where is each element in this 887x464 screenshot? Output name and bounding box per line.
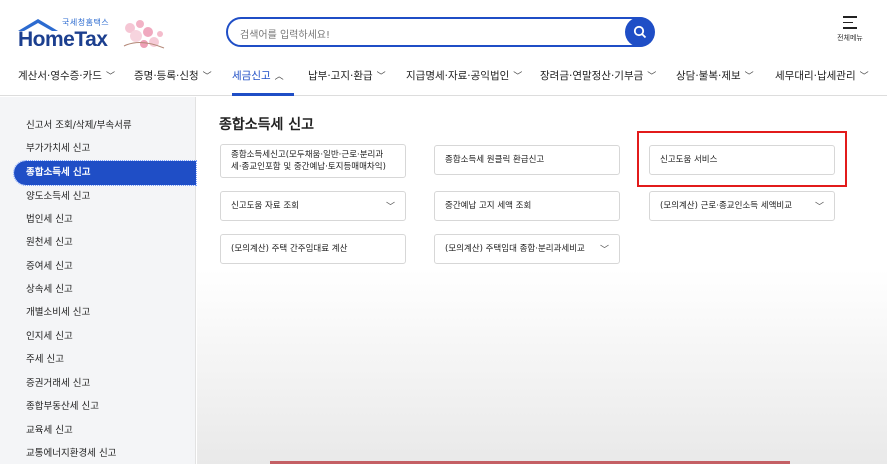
sidebar: 신고서 조회/삭제/부속서류 부가가치세 신고 종합소득세 신고 양도소득세 신… — [0, 97, 197, 464]
card-filing-help-data[interactable]: 신고도움 자료 조회 ﹀ — [220, 191, 406, 221]
chevron-down-icon: ﹀ — [744, 72, 754, 82]
sidebar-item[interactable]: 신고서 조회/삭제/부속서류 — [14, 114, 196, 138]
all-menu-button[interactable]: 전체메뉴 — [830, 16, 870, 50]
card-label: (모의계산) 주택 간주임대료 계산 — [231, 244, 348, 254]
nav-item-incentives[interactable]: 장려금·연말정산·기부금 ﹀ — [540, 68, 656, 83]
chevron-down-icon: ﹀ — [385, 202, 395, 213]
sidebar-item[interactable]: 종합부동산세 신고 — [14, 395, 196, 419]
search-icon — [633, 25, 647, 39]
card-income-tax-filing[interactable]: 종합소득세신고(모두채움·일반·근로·분리과세·종교인포함 및 중간예납·토지등… — [220, 144, 406, 178]
chevron-down-icon: ﹀ — [513, 72, 523, 82]
main-nav: 계산서·영수증·카드 ﹀ 증명·등록·신청 ﹀ 세금신고 ︿ 납부·고지·환급 ﹀ 지급… — [0, 60, 887, 96]
sidebar-item[interactable]: 상속세 신고 — [14, 278, 196, 302]
chevron-down-icon: ﹀ — [859, 72, 869, 82]
logo-subtitle: 국세청홈택스 — [62, 18, 110, 27]
sidebar-item[interactable]: 양도소득세 신고 — [14, 185, 196, 209]
sidebar-item[interactable]: 증여세 신고 — [14, 255, 196, 279]
search-placeholder: 검색어를 입력하세요! — [240, 30, 330, 41]
card-label: (모의계산) 주택임대 종합·분리과세비교 — [445, 244, 585, 254]
nav-item-payment[interactable]: 납부·고지·환급 ﹀ — [308, 68, 386, 83]
chevron-down-icon: ﹀ — [105, 72, 115, 82]
sidebar-item[interactable]: 법인세 신고 — [14, 208, 196, 232]
nav-item-invoice[interactable]: 계산서·영수증·카드 ﹀ — [18, 68, 115, 83]
card-label: 중간예납 고지 세액 조회 — [445, 201, 532, 211]
highlight-box — [637, 131, 847, 187]
page-title: 종합소득세 신고 — [219, 117, 315, 133]
cherry-blossom-icon — [123, 20, 165, 49]
nav-active-indicator — [232, 93, 294, 96]
card-one-click-refund[interactable]: 종합소득세 원클릭 환급신고 — [434, 145, 620, 175]
nav-item-statements[interactable]: 지급명세·자료·공익법인 ﹀ — [406, 68, 522, 83]
header: 국세청홈택스 HomeTax 검색어를 입력하세요! 전체메뉴 — [0, 0, 887, 60]
card-label: 종합소득세 원클릭 환급신고 — [445, 155, 545, 165]
chevron-down-icon: ﹀ — [599, 245, 609, 256]
sidebar-item[interactable]: 교육세 신고 — [14, 419, 196, 443]
chevron-up-icon: ︿ — [274, 72, 284, 82]
sidebar-item[interactable]: 주세 신고 — [14, 348, 196, 372]
sidebar-item[interactable]: 원천세 신고 — [14, 231, 196, 255]
content-background — [197, 270, 887, 464]
chevron-down-icon: ﹀ — [647, 72, 657, 82]
card-label: 세·종교인포함 및 중간예납·토지등매매차익) — [231, 162, 386, 172]
nav-item-tax-filing[interactable]: 세금신고 ︿ — [232, 68, 284, 83]
card-simulation-housing[interactable]: (모의계산) 주택임대 종합·분리과세비교 ﹀ — [434, 234, 620, 264]
search-button[interactable] — [625, 17, 655, 47]
card-simulation-wage[interactable]: (모의계산) 근로·종교인소득 세액비교 ﹀ — [649, 191, 835, 221]
card-label: 신고도움 자료 조회 — [231, 201, 299, 211]
nav-item-tax-agent[interactable]: 세무대리·납세관리 ﹀ — [775, 68, 869, 83]
sidebar-item[interactable]: 부가가치세 신고 — [14, 137, 196, 161]
chevron-down-icon: ﹀ — [376, 72, 386, 82]
all-menu-label: 전체메뉴 — [837, 33, 863, 42]
card-interim-prepayment[interactable]: 중간예납 고지 세액 조회 — [434, 191, 620, 221]
chevron-down-icon: ﹀ — [814, 202, 824, 213]
sidebar-item[interactable]: 교통에너지환경세 신고 — [14, 442, 196, 464]
card-label: (모의계산) 근로·종교인소득 세액비교 — [660, 201, 793, 211]
search-input[interactable]: 검색어를 입력하세요! — [226, 17, 654, 47]
card-label: 종합소득세신고(모두채움·일반·근로·분리과 — [231, 150, 384, 160]
logo-name: HomeTax — [18, 28, 108, 51]
sidebar-item[interactable]: 개별소비세 신고 — [14, 301, 196, 325]
hamburger-icon — [843, 16, 857, 29]
sidebar-item[interactable]: 증권거래세 신고 — [14, 372, 196, 396]
sidebar-item-active[interactable]: 종합소득세 신고 — [13, 160, 197, 186]
card-simulation-rent[interactable]: (모의계산) 주택 간주임대료 계산 — [220, 234, 406, 264]
sidebar-item[interactable]: 인지세 신고 — [14, 325, 196, 349]
nav-item-certificates[interactable]: 증명·등록·신청 ﹀ — [134, 68, 212, 83]
nav-item-consulting[interactable]: 상담·불복·제보 ﹀ — [676, 68, 754, 83]
hometax-logo[interactable]: 국세청홈택스 HomeTax — [16, 14, 165, 52]
chevron-down-icon: ﹀ — [202, 72, 212, 82]
